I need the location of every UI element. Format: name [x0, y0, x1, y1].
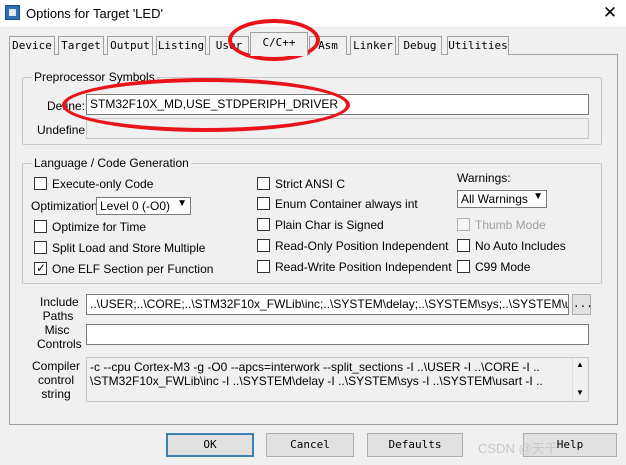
- misc-controls-label: Misc Controls: [37, 323, 82, 351]
- tab-linker[interactable]: Linker: [350, 36, 396, 55]
- cancel-button[interactable]: Cancel: [266, 433, 354, 457]
- optimization-select[interactable]: Level 0 (-O0) ▼: [96, 197, 191, 215]
- plain-char-checkbox[interactable]: [257, 218, 270, 231]
- misc-label-line1: Misc: [44, 323, 70, 337]
- strict-ansi-checkbox[interactable]: [257, 177, 270, 190]
- execute-only-checkbox[interactable]: [34, 177, 47, 190]
- tab-c-cpp[interactable]: C/C++: [250, 32, 308, 56]
- one-elf-checkbox[interactable]: ✓: [34, 261, 47, 275]
- include-browse-button[interactable]: ...: [572, 294, 593, 315]
- language-legend: Language / Code Generation: [32, 156, 191, 170]
- plain-char-label: Plain Char is Signed: [275, 218, 384, 232]
- watermark: CSDN @天千: [478, 441, 558, 456]
- strict-ansi-label: Strict ANSI C: [275, 177, 346, 191]
- warnings-label: Warnings:: [457, 171, 511, 185]
- app-icon: [5, 5, 20, 20]
- ok-button[interactable]: OK: [166, 433, 254, 457]
- execute-only-label: Execute-only Code: [52, 177, 154, 191]
- optimization-label: Optimization:: [31, 199, 102, 213]
- rw-pi-checkbox[interactable]: [257, 260, 270, 273]
- no-auto-includes-checkbox[interactable]: [457, 239, 470, 252]
- window-title: Options for Target 'LED': [26, 6, 163, 21]
- ro-pi-checkbox[interactable]: [257, 239, 270, 252]
- split-load-label: Split Load and Store Multiple: [52, 241, 206, 255]
- undefine-label: Undefine:: [37, 123, 89, 137]
- misc-controls-input[interactable]: [86, 324, 589, 345]
- include-label-line1: Include: [40, 295, 79, 309]
- defaults-button[interactable]: Defaults: [367, 433, 463, 457]
- scroll-up-icon[interactable]: ▲: [576, 360, 584, 369]
- compiler-string-label: Compiler control string: [32, 359, 80, 401]
- tab-device[interactable]: Device: [9, 36, 55, 55]
- compiler-label-line2: control: [37, 373, 75, 387]
- compiler-string-line1: -c --cpu Cortex-M3 -g -O0 --apcs=interwo…: [90, 360, 540, 374]
- compiler-label-line1: Compiler: [32, 359, 81, 373]
- rw-pi-label: Read-Write Position Independent: [275, 260, 452, 274]
- optimization-value: Level 0 (-O0): [100, 199, 171, 213]
- include-paths-input[interactable]: ..\USER;..\CORE;..\STM32F10x_FWLib\inc;.…: [86, 294, 569, 315]
- enum-container-label: Enum Container always int: [275, 197, 418, 211]
- include-paths-label: Include Paths: [40, 295, 79, 323]
- chevron-down-icon: ▼: [533, 191, 543, 202]
- scroll-down-icon[interactable]: ▼: [576, 388, 584, 397]
- split-load-checkbox[interactable]: [34, 241, 47, 254]
- title-bar: Options for Target 'LED' ✕: [0, 0, 626, 28]
- optimize-time-checkbox[interactable]: [34, 220, 47, 233]
- tab-utilities[interactable]: Utilities: [447, 36, 509, 55]
- tab-listing[interactable]: Listing: [156, 36, 206, 55]
- annotation-circle-define: [62, 78, 350, 132]
- enum-container-checkbox[interactable]: [257, 197, 270, 210]
- compiler-string-box[interactable]: -c --cpu Cortex-M3 -g -O0 --apcs=interwo…: [86, 357, 589, 402]
- one-elf-label: One ELF Section per Function: [52, 262, 214, 276]
- ro-pi-label: Read-Only Position Independent: [275, 239, 449, 253]
- chevron-down-icon: ▼: [177, 198, 187, 209]
- thumb-mode-label: Thumb Mode: [475, 218, 546, 232]
- c99-mode-checkbox[interactable]: [457, 260, 470, 273]
- no-auto-includes-label: No Auto Includes: [475, 239, 566, 253]
- warnings-select[interactable]: All Warnings ▼: [457, 190, 547, 208]
- check-icon: ✓: [36, 261, 47, 275]
- tab-output[interactable]: Output: [107, 36, 153, 55]
- c99-mode-label: C99 Mode: [475, 260, 531, 274]
- thumb-mode-checkbox[interactable]: [457, 218, 470, 231]
- compiler-label-line3: string: [41, 387, 71, 401]
- close-icon[interactable]: ✕: [597, 1, 623, 25]
- tab-target[interactable]: Target: [58, 36, 104, 55]
- warnings-value: All Warnings: [461, 192, 528, 206]
- compiler-string-line2: \STM32F10x_FWLib\inc -I ..\SYSTEM\delay …: [90, 374, 543, 388]
- misc-label-line2: Controls: [37, 337, 82, 351]
- optimize-time-label: Optimize for Time: [52, 220, 147, 234]
- tab-debug[interactable]: Debug: [398, 36, 442, 55]
- include-label-line2: Paths: [42, 309, 74, 323]
- compiler-string-scrollbar[interactable]: ▲ ▼: [572, 358, 588, 401]
